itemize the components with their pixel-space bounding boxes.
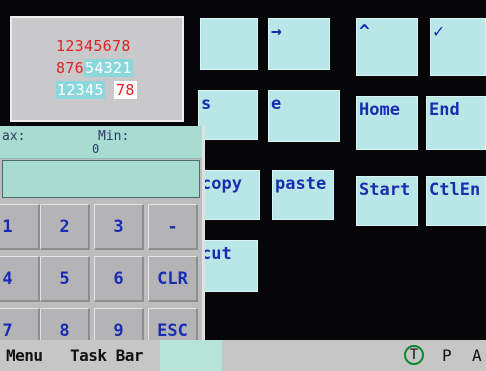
min-value: 0: [92, 142, 100, 156]
key-6[interactable]: 6: [94, 256, 144, 302]
a-indicator[interactable]: A: [472, 346, 482, 365]
key-9[interactable]: 9: [94, 308, 144, 344]
key-copy[interactable]: copy: [198, 170, 260, 220]
min-label: Min:: [98, 129, 130, 144]
menu-button[interactable]: Menu: [6, 346, 43, 365]
max-label: ax:: [2, 129, 26, 144]
key-e[interactable]: e: [268, 90, 340, 142]
key-paste[interactable]: paste: [272, 170, 334, 220]
preview-line-3: 12345 78: [56, 81, 137, 99]
key-arrow-right[interactable]: →: [268, 18, 330, 70]
keypad-range-header: ax: Min: 0: [0, 126, 202, 159]
preview-line-3-cyan: 12345: [56, 81, 105, 99]
preview-line-2-highlight: 54321: [84, 59, 133, 77]
key-8[interactable]: 8: [40, 308, 90, 344]
key-3[interactable]: 3: [94, 204, 144, 250]
touch-screen: → ^ ✓ s e Home End copy paste Start CtlE…: [0, 0, 486, 371]
key-home[interactable]: Home: [356, 96, 418, 150]
key-caret[interactable]: ^: [356, 18, 418, 76]
key-clr[interactable]: CLR: [148, 256, 198, 302]
font-preview-box: 12345678 87654321 12345 78: [10, 16, 184, 122]
taskbar: Menu Task Bar T P A: [0, 340, 486, 371]
key-7[interactable]: 7: [0, 308, 40, 344]
key-4[interactable]: 4: [0, 256, 40, 302]
key-5[interactable]: 5: [40, 256, 90, 302]
preview-line-2: 87654321: [56, 59, 133, 77]
key-ctlend[interactable]: CtlEn: [426, 176, 486, 226]
key-start[interactable]: Start: [356, 176, 418, 226]
key-esc[interactable]: ESC: [148, 308, 198, 344]
key-check[interactable]: ✓: [430, 18, 486, 76]
preview-line-1: 12345678: [56, 37, 131, 55]
preview-line-3-red: 78: [114, 81, 137, 99]
preview-line-2-red: 876: [56, 59, 84, 77]
key-2[interactable]: 2: [40, 204, 90, 250]
p-indicator[interactable]: P: [442, 346, 452, 365]
keypad-entry-field[interactable]: [2, 160, 200, 198]
key-s[interactable]: s: [198, 90, 258, 140]
numeric-keypad: ax: Min: 0 1 2 3 - 4 5 6 CLR 7 8 9 ESC: [0, 126, 205, 344]
key-cut[interactable]: cut: [198, 240, 258, 292]
key-end[interactable]: End: [426, 96, 486, 150]
key-minus[interactable]: -: [148, 204, 198, 250]
t-indicator-icon[interactable]: T: [404, 345, 424, 365]
key-1[interactable]: 1: [0, 204, 40, 250]
key-blank-top-1[interactable]: [200, 18, 258, 70]
task-bar-button[interactable]: Task Bar: [70, 346, 144, 365]
taskbar-active-slot[interactable]: [160, 340, 222, 371]
